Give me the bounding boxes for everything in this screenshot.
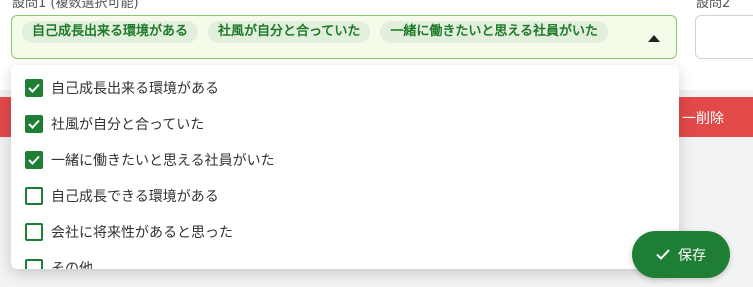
selected-chip: 一緒に働きたいと思える社員がいた [380, 21, 608, 43]
option-label: 自己成長出来る環境がある [51, 81, 219, 97]
option-item[interactable]: 会社に将来性があると思った [25, 221, 233, 243]
checkmark-icon [28, 83, 40, 93]
checkbox[interactable] [25, 187, 43, 205]
option-item[interactable]: 自己成長出来る環境がある [25, 77, 219, 99]
checkmark-icon [28, 155, 40, 165]
question1-label: 設問1 (複数選択可能) [12, 0, 139, 11]
option-item[interactable]: 社風が自分と合っていた [25, 113, 204, 135]
option-label: 社風が自分と合っていた [51, 117, 205, 133]
checkbox-checked[interactable] [25, 151, 43, 169]
caret-up-icon[interactable] [648, 35, 660, 42]
check-icon [656, 249, 670, 260]
checkbox[interactable] [25, 223, 43, 241]
question2-label: 設問2 [696, 0, 731, 11]
selected-chip: 自己成長出来る環境がある [22, 21, 199, 43]
save-button[interactable]: 保存 [632, 231, 730, 278]
checkbox-checked[interactable] [25, 79, 43, 97]
option-label: 自己成長できる環境がある [51, 189, 219, 205]
checkmark-icon [28, 119, 40, 129]
option-item[interactable]: 自己成長できる環境がある [25, 185, 219, 207]
checkbox[interactable] [25, 259, 43, 269]
question2-input[interactable] [695, 15, 753, 59]
save-label: 保存 [678, 247, 706, 264]
option-label: 一緒に働きたいと思える社員がいた [51, 153, 275, 169]
option-item[interactable]: その他 [25, 257, 93, 269]
option-label: 会社に将来性があると思った [51, 225, 233, 241]
option-label: その他 [51, 261, 93, 269]
selected-chips: 自己成長出来る環境がある 社風が自分と合っていた 一緒に働きたいと思える社員がい… [22, 21, 608, 43]
checkbox-checked[interactable] [25, 115, 43, 133]
options-dropdown: 自己成長出来る環境がある 社風が自分と合っていた 一緒に働きたいと思える社員がい… [11, 65, 679, 269]
option-item[interactable]: 一緒に働きたいと思える社員がいた [25, 149, 275, 171]
selected-chip: 社風が自分と合っていた [208, 21, 371, 43]
delete-button[interactable]: 一削除 [682, 108, 724, 128]
question1-multiselect[interactable]: 自己成長出来る環境がある 社風が自分と合っていた 一緒に働きたいと思える社員がい… [11, 15, 677, 59]
